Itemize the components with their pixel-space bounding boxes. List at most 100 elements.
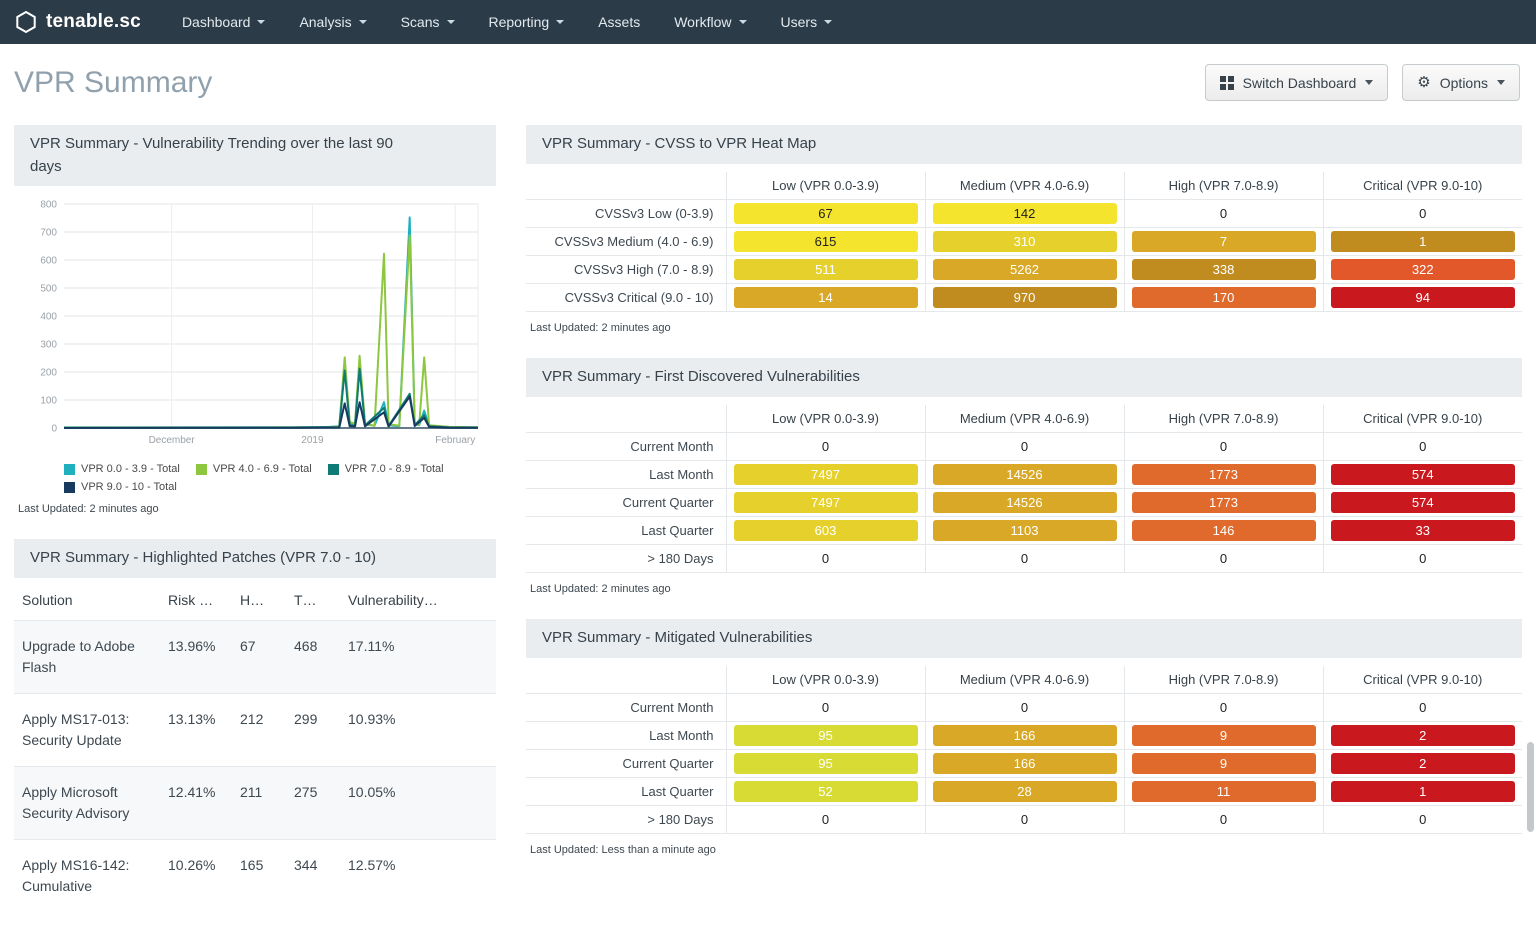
column-header[interactable]: T…: [286, 580, 340, 621]
column-header: Low (VPR 0.0-3.9): [725, 404, 926, 433]
column-header[interactable]: H…: [232, 580, 286, 621]
nav-item-analysis[interactable]: Analysis: [282, 0, 383, 44]
value-pill[interactable]: 970: [932, 287, 1117, 308]
value-pill[interactable]: 7497: [733, 492, 918, 513]
table-row[interactable]: Apply MS17-013: Security Update 13.13% 212…: [14, 693, 496, 766]
value-pill[interactable]: 5262: [932, 259, 1117, 280]
panel-title-cvss-vpr-heatmap[interactable]: VPR Summary - CVSS to VPR Heat Map: [526, 125, 1522, 164]
matrix-cell: 142: [924, 199, 1125, 228]
nav-item-dashboard[interactable]: Dashboard: [165, 0, 283, 44]
column-header[interactable]: Solution: [14, 580, 160, 621]
value-pill[interactable]: 95: [733, 725, 918, 746]
chevron-down-icon: [446, 20, 455, 24]
value-pill[interactable]: 7: [1131, 231, 1316, 252]
value-pill[interactable]: 1: [1330, 781, 1515, 802]
value-pill[interactable]: 11: [1131, 781, 1316, 802]
tenable-logo[interactable]: tenable.sc: [14, 10, 141, 34]
nav-item-workflow[interactable]: Workflow: [657, 0, 763, 44]
matrix-row: Current Quarter 95 166 9 2: [526, 749, 1522, 778]
value-pill[interactable]: 14: [733, 287, 918, 308]
value-pill[interactable]: 574: [1330, 464, 1515, 485]
nav-item-users[interactable]: Users: [764, 0, 850, 44]
matrix-cell: 0: [725, 693, 926, 722]
panel-title-text: VPR Summary - Highlighted Patches (VPR 7…: [30, 549, 376, 566]
value-pill[interactable]: 310: [932, 231, 1117, 252]
grid-icon: [1219, 75, 1234, 90]
panel-title-mitigated[interactable]: VPR Summary - Mitigated Vulnerabilities: [526, 619, 1522, 658]
patches-cell: Apply Microsoft Security Advisory: [22, 783, 130, 821]
column-header: Medium (VPR 4.0-6.9): [924, 404, 1125, 433]
nav-item-scans[interactable]: Scans: [384, 0, 472, 44]
table-row[interactable]: Apply Microsoft Security Advisory 12.41% 2…: [14, 766, 496, 839]
row-label: CVSSv3 Medium (4.0 - 6.9): [526, 227, 727, 256]
switch-dashboard-button[interactable]: Switch Dashboard: [1204, 64, 1389, 101]
matrix-cell: 0: [1322, 693, 1522, 722]
value-pill[interactable]: 615: [733, 231, 918, 252]
matrix-cell: 1773: [1123, 460, 1324, 489]
legend-label: VPR 7.0 - 8.9 - Total: [344, 463, 444, 475]
value-pill[interactable]: 146: [1131, 520, 1316, 541]
matrix-cell: 170: [1123, 283, 1324, 312]
chevron-down-icon: [1365, 80, 1374, 85]
trend-chart: 0 100 200 300 400 500 600 700 800 December 2019 Feb…: [14, 186, 496, 461]
left-column: VPR Summary - Vulnerability Trending ove…: [14, 125, 496, 932]
value-pill[interactable]: 603: [733, 520, 918, 541]
patches-cell: 10.93%: [348, 710, 396, 727]
value-pill[interactable]: 94: [1330, 287, 1515, 308]
column-header[interactable]: Vulnerability…: [340, 580, 496, 621]
matrix-row: Last Month 95 166 9 2: [526, 721, 1522, 750]
column-header: Critical (VPR 9.0-10): [1322, 404, 1522, 433]
panel-title-vulnerability-trending[interactable]: VPR Summary - Vulnerability Trending ove…: [14, 125, 496, 186]
value-pill[interactable]: 1103: [932, 520, 1117, 541]
first-discovered-table: Low (VPR 0.0-3.9) Medium (VPR 4.0-6.9) Hig…: [526, 404, 1522, 573]
table-row[interactable]: Upgrade to Adobe Flash 13.96% 67 468 17.11%: [14, 620, 496, 693]
value-pill[interactable]: 95: [733, 753, 918, 774]
value-pill[interactable]: 2: [1330, 725, 1515, 746]
value-pill[interactable]: 511: [733, 259, 918, 280]
value-pill[interactable]: 14526: [932, 492, 1117, 513]
value-pill[interactable]: 28: [932, 781, 1117, 802]
value-pill[interactable]: 9: [1131, 725, 1316, 746]
column-header: Medium (VPR 4.0-6.9): [924, 171, 1125, 200]
panel-title-text: VPR Summary - First Discovered Vulnerabi…: [542, 368, 860, 385]
nav-item-assets[interactable]: Assets: [581, 0, 657, 44]
value-pill[interactable]: 170: [1131, 287, 1316, 308]
chevron-down-icon: [257, 20, 266, 24]
value-pill[interactable]: 322: [1330, 259, 1515, 280]
legend-label: VPR 0.0 - 3.9 - Total: [81, 463, 180, 475]
value-pill[interactable]: 7497: [733, 464, 918, 485]
column-header[interactable]: Risk …: [160, 580, 232, 621]
value-pill[interactable]: 9: [1131, 753, 1316, 774]
options-button[interactable]: ⚙ Options: [1402, 64, 1520, 101]
row-label: Last Quarter: [526, 777, 727, 806]
matrix-cell: 338: [1123, 255, 1324, 284]
value-pill[interactable]: 1773: [1131, 464, 1316, 485]
value-pill[interactable]: 33: [1330, 520, 1515, 541]
value-pill[interactable]: 1773: [1131, 492, 1316, 513]
last-updated-mitigated: Last Updated: Less than a minute ago: [530, 844, 716, 856]
patches-cell: 468: [294, 637, 318, 654]
value-pill[interactable]: 14526: [932, 464, 1117, 485]
value-pill[interactable]: 574: [1330, 492, 1515, 513]
value-pill[interactable]: 52: [733, 781, 918, 802]
nav-item-label: Users: [780, 14, 818, 30]
panel-title-highlighted-patches[interactable]: VPR Summary - Highlighted Patches (VPR 7…: [14, 539, 496, 578]
scrollbar-thumb[interactable]: [1527, 742, 1534, 832]
value-pill[interactable]: 67: [733, 203, 918, 224]
table-row[interactable]: Apply MS16-142: Cumulative 10.26% 165 344 12…: [14, 839, 496, 912]
chart-legend: VPR 0.0 - 3.9 - Total VPR 4.0 - 6.9 - Tot…: [14, 461, 496, 493]
value-pill[interactable]: 142: [932, 203, 1117, 224]
panel-title-first-discovered[interactable]: VPR Summary - First Discovered Vulnerabi…: [526, 358, 1522, 397]
nav-item-reporting[interactable]: Reporting: [472, 0, 582, 44]
value-pill[interactable]: 2: [1330, 753, 1515, 774]
value-pill[interactable]: 166: [932, 725, 1117, 746]
matrix-cell: 11: [1123, 777, 1324, 806]
top-nav: tenable.sc Dashboard Analysis Scans Reporti…: [0, 0, 1536, 44]
value-pill[interactable]: 1: [1330, 231, 1515, 252]
value-pill[interactable]: 338: [1131, 259, 1316, 280]
legend-item: VPR 0.0 - 3.9 - Total: [64, 463, 180, 475]
matrix-cell: 0: [725, 432, 926, 461]
svg-text:500: 500: [40, 284, 57, 295]
value-pill[interactable]: 166: [932, 753, 1117, 774]
matrix-cell: 14526: [924, 460, 1125, 489]
